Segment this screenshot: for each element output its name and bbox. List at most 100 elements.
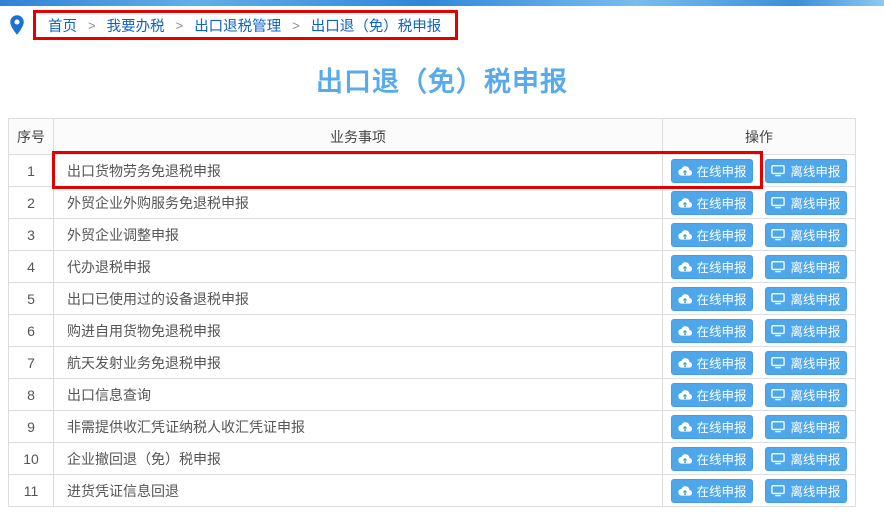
table-row: 7 航天发射业务免退税申报 在线申报 离线申报: [9, 347, 856, 379]
offline-button-label: 离线申报: [790, 481, 840, 500]
table-header-row: 序号 业务事项 操作: [9, 119, 856, 155]
row-item-label: 出口已使用过的设备退税申报: [54, 283, 663, 315]
cloud-upload-icon: [678, 453, 692, 465]
offline-declare-button[interactable]: 离线申报: [765, 383, 847, 407]
row-item-label: 代办退税申报: [54, 251, 663, 283]
row-index: 6: [9, 315, 54, 347]
row-index: 7: [9, 347, 54, 379]
online-declare-button[interactable]: 在线申报: [671, 383, 753, 407]
table-row: 5 出口已使用过的设备退税申报 在线申报 离线申报: [9, 283, 856, 315]
header-action: 操作: [663, 119, 856, 155]
table-row: 11 进货凭证信息回退 在线申报 离线申报: [9, 475, 856, 507]
breadcrumb-link-taxes[interactable]: 我要办税: [107, 15, 165, 36]
online-button-label: 在线申报: [697, 289, 747, 308]
online-declare-button[interactable]: 在线申报: [671, 223, 753, 247]
online-declare-button[interactable]: 在线申报: [671, 415, 753, 439]
online-button-label: 在线申报: [697, 225, 747, 244]
offline-button-label: 离线申报: [790, 449, 840, 468]
offline-button-label: 离线申报: [790, 257, 840, 276]
table-row: 2 外贸企业外购服务免退税申报 在线申报 离线申报: [9, 187, 856, 219]
online-declare-button[interactable]: 在线申报: [671, 447, 753, 471]
breadcrumb-separator: >: [88, 18, 96, 33]
offline-declare-button[interactable]: 离线申报: [765, 479, 847, 503]
row-item-label: 购进自用货物免退税申报: [54, 315, 663, 347]
breadcrumb-separator: >: [292, 18, 300, 33]
breadcrumb-annotation-box: 首页 > 我要办税 > 出口退税管理 > 出口退（免）税申报: [33, 10, 458, 40]
cloud-upload-icon: [678, 421, 692, 433]
breadcrumb-link-export-refund-mgmt[interactable]: 出口退税管理: [194, 15, 281, 36]
row-index: 2: [9, 187, 54, 219]
table-row: 6 购进自用货物免退税申报 在线申报 离线申报: [9, 315, 856, 347]
breadcrumb-link-home[interactable]: 首页: [48, 15, 77, 36]
row-index: 5: [9, 283, 54, 315]
online-declare-button[interactable]: 在线申报: [671, 255, 753, 279]
monitor-icon: [771, 228, 785, 241]
row-index: 11: [9, 475, 54, 507]
table-row: 3 外贸企业调整申报 在线申报 离线申报: [9, 219, 856, 251]
row-item-label: 外贸企业调整申报: [54, 219, 663, 251]
online-declare-button[interactable]: 在线申报: [671, 479, 753, 503]
row-item-label: 企业撤回退（免）税申报: [54, 443, 663, 475]
monitor-icon: [771, 452, 785, 465]
monitor-icon: [771, 484, 785, 497]
row-index: 1: [9, 155, 54, 187]
monitor-icon: [771, 324, 785, 337]
cloud-upload-icon: [678, 357, 692, 369]
offline-declare-button[interactable]: 离线申报: [765, 223, 847, 247]
breadcrumb-link-current[interactable]: 出口退（免）税申报: [311, 15, 442, 36]
monitor-icon: [771, 420, 785, 433]
online-declare-button[interactable]: 在线申报: [671, 159, 753, 183]
row-item-label: 进货凭证信息回退: [54, 475, 663, 507]
offline-declare-button[interactable]: 离线申报: [765, 191, 847, 215]
row-item-label: 非需提供收汇凭证纳税人收汇凭证申报: [54, 411, 663, 443]
offline-declare-button[interactable]: 离线申报: [765, 287, 847, 311]
monitor-icon: [771, 292, 785, 305]
row-index: 8: [9, 379, 54, 411]
offline-declare-button[interactable]: 离线申报: [765, 447, 847, 471]
offline-declare-button[interactable]: 离线申报: [765, 255, 847, 279]
cloud-upload-icon: [678, 165, 692, 177]
row-index: 9: [9, 411, 54, 443]
cloud-upload-icon: [678, 261, 692, 273]
cloud-upload-icon: [678, 325, 692, 337]
breadcrumb: 首页 > 我要办税 > 出口退税管理 > 出口退（免）税申报: [8, 10, 884, 44]
row-item-label: 出口信息查询: [54, 379, 663, 411]
page-title: 出口退（免）税申报: [0, 63, 884, 101]
table-row: 10 企业撤回退（免）税申报 在线申报 离线申报: [9, 443, 856, 475]
offline-declare-button[interactable]: 离线申报: [765, 319, 847, 343]
table-body: 1 出口货物劳务免退税申报 在线申报 离线申报 2 外贸企业外购服务免退税申报: [9, 155, 856, 507]
breadcrumb-separator: >: [176, 18, 184, 33]
online-button-label: 在线申报: [697, 353, 747, 372]
online-declare-button[interactable]: 在线申报: [671, 287, 753, 311]
cloud-upload-icon: [678, 197, 692, 209]
header-index: 序号: [9, 119, 54, 155]
map-pin-icon: [8, 14, 26, 36]
offline-declare-button[interactable]: 离线申报: [765, 415, 847, 439]
offline-button-label: 离线申报: [790, 225, 840, 244]
table-row: 8 出口信息查询 在线申报 离线申报: [9, 379, 856, 411]
row-item-label: 航天发射业务免退税申报: [54, 347, 663, 379]
online-declare-button[interactable]: 在线申报: [671, 319, 753, 343]
online-button-label: 在线申报: [697, 193, 747, 212]
table-row: 4 代办退税申报 在线申报 离线申报: [9, 251, 856, 283]
cloud-upload-icon: [678, 229, 692, 241]
top-accent-bar: [0, 0, 884, 6]
row-index: 4: [9, 251, 54, 283]
online-button-label: 在线申报: [697, 481, 747, 500]
monitor-icon: [771, 388, 785, 401]
online-declare-button[interactable]: 在线申报: [671, 191, 753, 215]
cloud-upload-icon: [678, 293, 692, 305]
offline-button-label: 离线申报: [790, 193, 840, 212]
cloud-upload-icon: [678, 485, 692, 497]
online-declare-button[interactable]: 在线申报: [671, 351, 753, 375]
monitor-icon: [771, 260, 785, 273]
offline-declare-button[interactable]: 离线申报: [765, 351, 847, 375]
row-item-label: 出口货物劳务免退税申报: [54, 155, 663, 187]
online-button-label: 在线申报: [697, 321, 747, 340]
offline-button-label: 离线申报: [790, 385, 840, 404]
cloud-upload-icon: [678, 389, 692, 401]
offline-declare-button[interactable]: 离线申报: [765, 159, 847, 183]
offline-button-label: 离线申报: [790, 289, 840, 308]
row-index: 3: [9, 219, 54, 251]
row-item-label: 外贸企业外购服务免退税申报: [54, 187, 663, 219]
